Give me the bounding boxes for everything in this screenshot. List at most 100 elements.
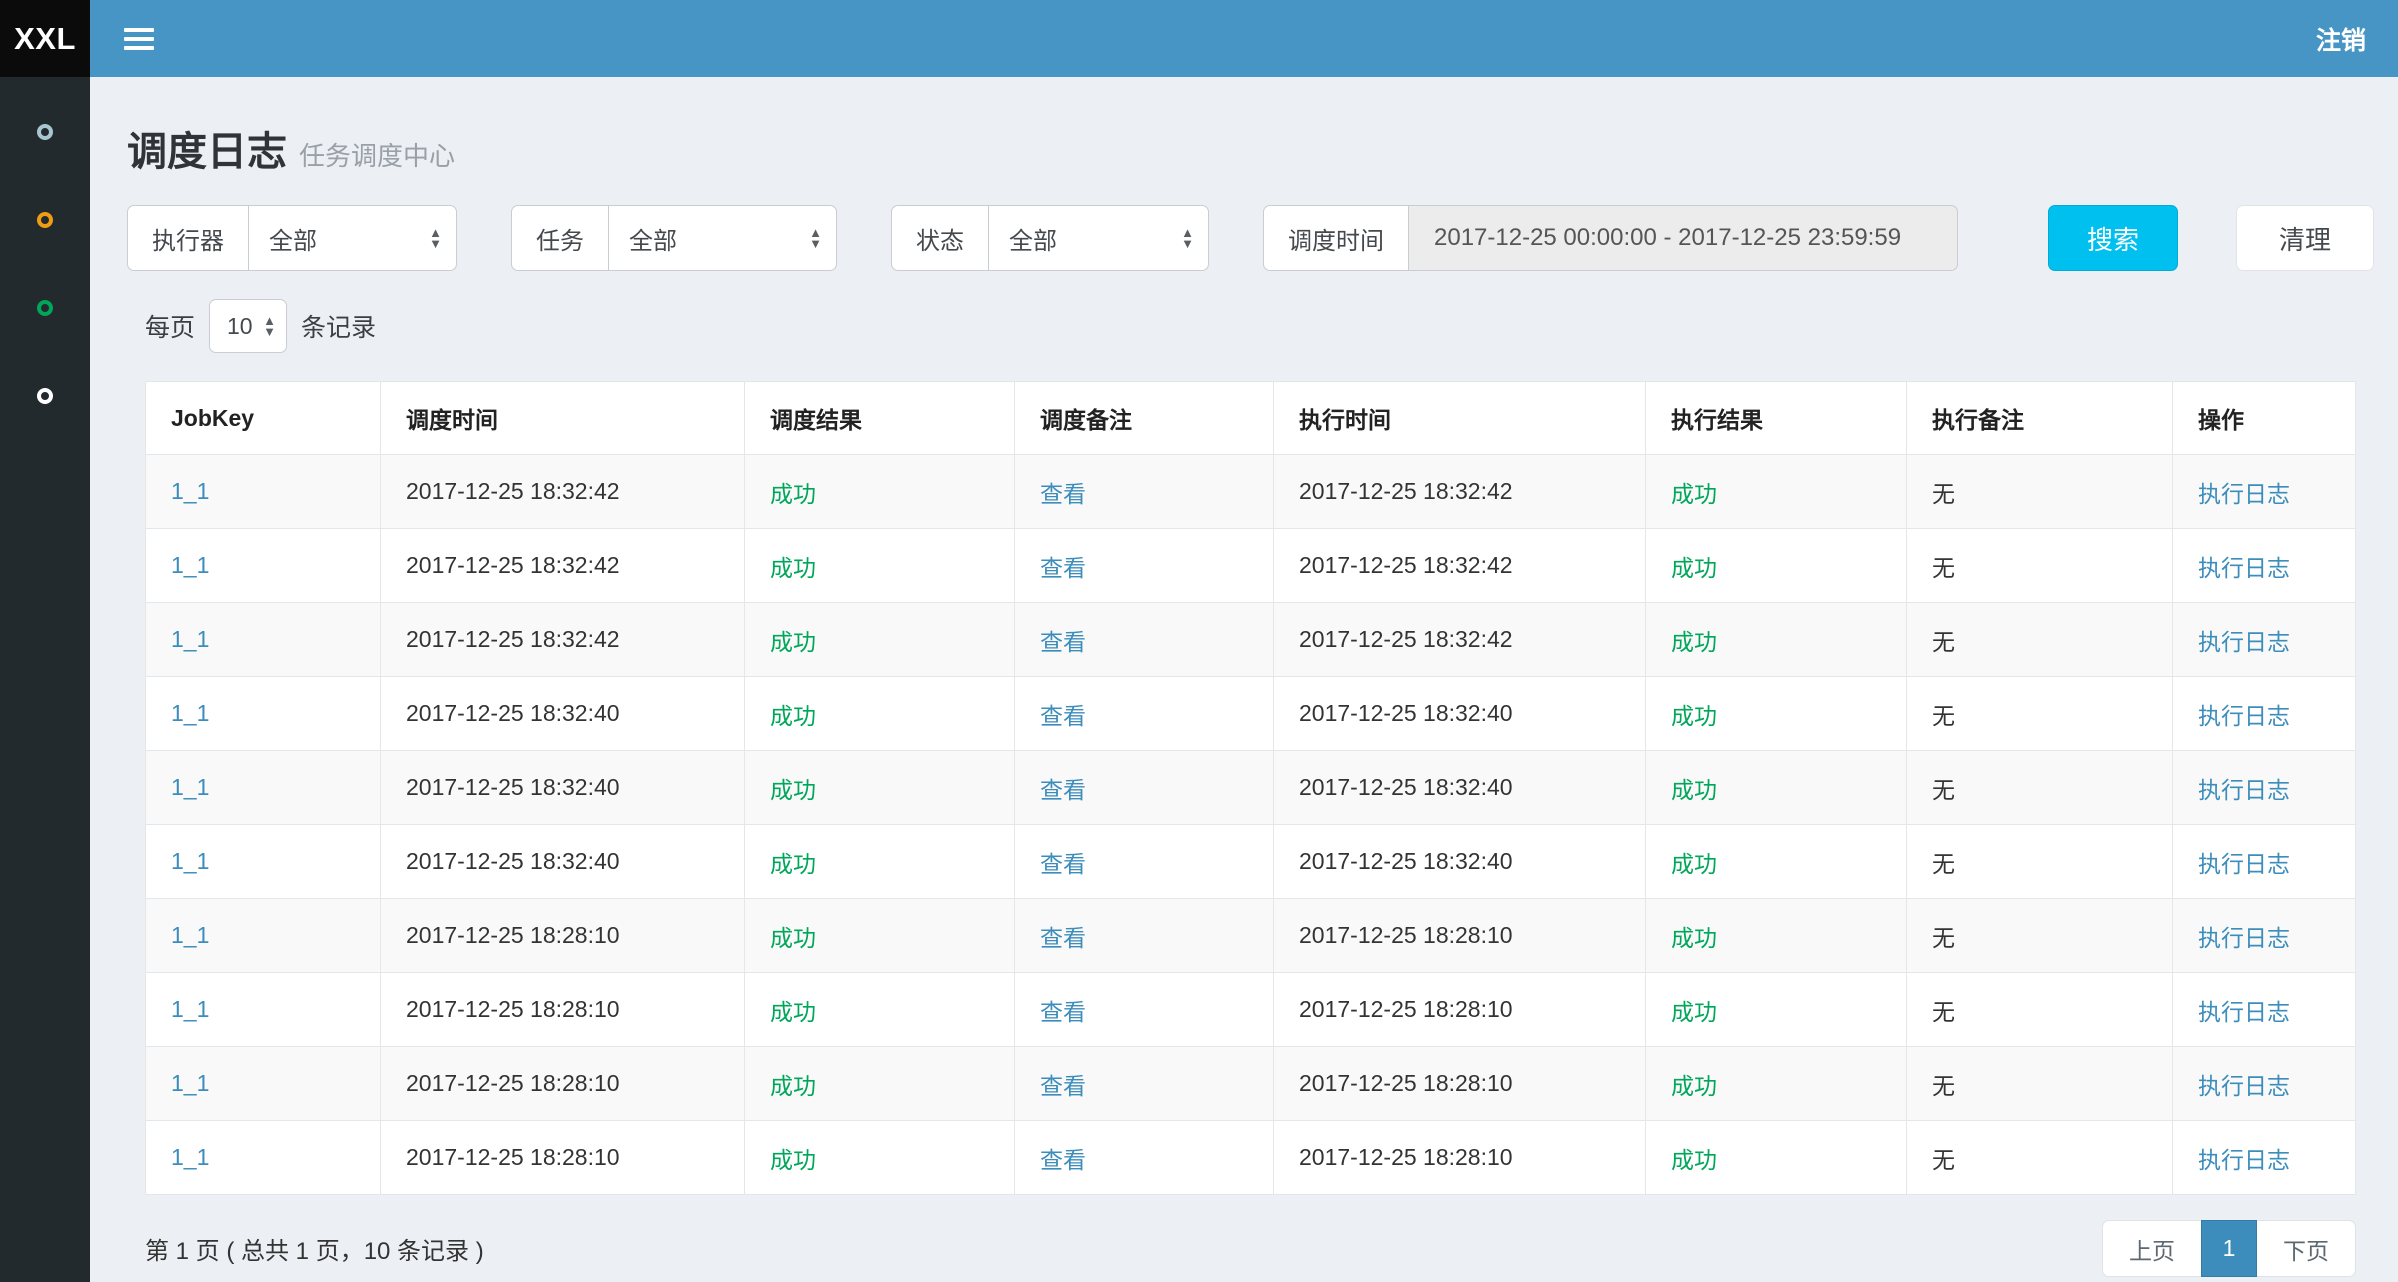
trigger-remark-link[interactable]: 查看 <box>1040 851 1086 877</box>
status-select-value: 全部 <box>1009 221 1057 256</box>
exec-time-cell: 2017-12-25 18:32:42 <box>1274 455 1646 529</box>
trigger-time-range-input[interactable]: 2017-12-25 00:00:00 - 2017-12-25 23:59:5… <box>1408 205 1958 271</box>
action-cell: 执行日志 <box>2173 899 2356 973</box>
action-cell: 执行日志 <box>2173 1121 2356 1195</box>
sidebar-item-2[interactable] <box>0 176 90 264</box>
jobkey-cell: 1_1 <box>146 1047 381 1121</box>
select-arrows-icon <box>263 315 276 337</box>
circle-icon <box>37 300 53 316</box>
exec-remark-cell: 无 <box>1907 529 2173 603</box>
job-select[interactable]: 全部 <box>608 205 837 271</box>
page-size-prefix: 每页 <box>145 308 195 344</box>
exec-result-text: 成功 <box>1671 703 1717 729</box>
app-logo[interactable]: XXL <box>0 0 90 77</box>
trigger-remark-link[interactable]: 查看 <box>1040 629 1086 655</box>
table-row: 1_1 2017-12-25 18:32:40 成功 查看 2017-12-25… <box>146 825 2356 899</box>
page-size-select[interactable]: 10 <box>209 299 287 353</box>
jobkey-link[interactable]: 1_1 <box>171 996 209 1022</box>
navbar-main: 注销 <box>90 0 2398 77</box>
sidebar-item-1[interactable] <box>0 88 90 176</box>
action-cell: 执行日志 <box>2173 677 2356 751</box>
exec-remark-cell: 无 <box>1907 751 2173 825</box>
table-row: 1_1 2017-12-25 18:28:10 成功 查看 2017-12-25… <box>146 1121 2356 1195</box>
trigger-result-text: 成功 <box>770 851 816 877</box>
trigger-result-cell: 成功 <box>745 751 1015 825</box>
trigger-remark-link[interactable]: 查看 <box>1040 999 1086 1025</box>
jobkey-link[interactable]: 1_1 <box>171 1144 209 1170</box>
exec-log-link[interactable]: 执行日志 <box>2198 999 2290 1025</box>
exec-log-link[interactable]: 执行日志 <box>2198 1073 2290 1099</box>
trigger-remark-link[interactable]: 查看 <box>1040 481 1086 507</box>
exec-log-link[interactable]: 执行日志 <box>2198 629 2290 655</box>
exec-log-link[interactable]: 执行日志 <box>2198 481 2290 507</box>
table-row: 1_1 2017-12-25 18:32:42 成功 查看 2017-12-25… <box>146 529 2356 603</box>
trigger-remark-link[interactable]: 查看 <box>1040 555 1086 581</box>
status-select[interactable]: 全部 <box>988 205 1209 271</box>
trigger-result-cell: 成功 <box>745 973 1015 1047</box>
trigger-remark-cell: 查看 <box>1015 677 1274 751</box>
exec-log-link[interactable]: 执行日志 <box>2198 851 2290 877</box>
exec-remark-cell: 无 <box>1907 973 2173 1047</box>
jobkey-link[interactable]: 1_1 <box>171 848 209 874</box>
trigger-remark-cell: 查看 <box>1015 751 1274 825</box>
jobkey-link[interactable]: 1_1 <box>171 922 209 948</box>
trigger-remark-cell: 查看 <box>1015 529 1274 603</box>
trigger-remark-link[interactable]: 查看 <box>1040 703 1086 729</box>
sidebar-item-4[interactable] <box>0 352 90 440</box>
jobkey-cell: 1_1 <box>146 899 381 973</box>
jobkey-link[interactable]: 1_1 <box>171 774 209 800</box>
clear-button[interactable]: 清理 <box>2236 205 2374 271</box>
exec-result-text: 成功 <box>1671 999 1717 1025</box>
pagination-page-1[interactable]: 1 <box>2201 1220 2257 1277</box>
exec-remark-cell: 无 <box>1907 677 2173 751</box>
exec-log-link[interactable]: 执行日志 <box>2198 555 2290 581</box>
exec-log-link[interactable]: 执行日志 <box>2198 777 2290 803</box>
sidebar-item-3[interactable] <box>0 264 90 352</box>
header-exec-result: 执行结果 <box>1646 382 1907 455</box>
trigger-result-cell: 成功 <box>745 529 1015 603</box>
page-header: 调度日志 任务调度中心 <box>127 119 2374 169</box>
exec-remark-cell: 无 <box>1907 825 2173 899</box>
jobkey-link[interactable]: 1_1 <box>171 626 209 652</box>
jobkey-link[interactable]: 1_1 <box>171 1070 209 1096</box>
search-button[interactable]: 搜索 <box>2048 205 2178 271</box>
table-row: 1_1 2017-12-25 18:28:10 成功 查看 2017-12-25… <box>146 899 2356 973</box>
trigger-result-text: 成功 <box>770 999 816 1025</box>
time-filter-group: 调度时间 2017-12-25 00:00:00 - 2017-12-25 23… <box>1263 205 1958 271</box>
exec-log-link[interactable]: 执行日志 <box>2198 1147 2290 1173</box>
jobkey-link[interactable]: 1_1 <box>171 700 209 726</box>
trigger-remark-cell: 查看 <box>1015 973 1274 1047</box>
table-row: 1_1 2017-12-25 18:32:42 成功 查看 2017-12-25… <box>146 603 2356 677</box>
circle-icon <box>37 388 53 404</box>
trigger-result-text: 成功 <box>770 1147 816 1173</box>
executor-filter-label: 执行器 <box>127 205 248 271</box>
job-filter-group: 任务 全部 <box>511 205 837 271</box>
trigger-remark-link[interactable]: 查看 <box>1040 777 1086 803</box>
table-row: 1_1 2017-12-25 18:32:40 成功 查看 2017-12-25… <box>146 677 2356 751</box>
trigger-result-text: 成功 <box>770 555 816 581</box>
jobkey-link[interactable]: 1_1 <box>171 478 209 504</box>
exec-result-cell: 成功 <box>1646 973 1907 1047</box>
exec-log-link[interactable]: 执行日志 <box>2198 703 2290 729</box>
top-navbar: XXL 注销 <box>0 0 2398 77</box>
logout-link[interactable]: 注销 <box>2316 21 2366 57</box>
trigger-time-cell: 2017-12-25 18:28:10 <box>381 899 745 973</box>
trigger-remark-link[interactable]: 查看 <box>1040 1073 1086 1099</box>
jobkey-cell: 1_1 <box>146 455 381 529</box>
exec-time-cell: 2017-12-25 18:28:10 <box>1274 899 1646 973</box>
sidebar-toggle-button[interactable] <box>124 28 154 50</box>
exec-result-text: 成功 <box>1671 925 1717 951</box>
executor-select[interactable]: 全部 <box>248 205 457 271</box>
trigger-remark-link[interactable]: 查看 <box>1040 925 1086 951</box>
pagination-prev-button[interactable]: 上页 <box>2102 1220 2202 1277</box>
trigger-remark-cell: 查看 <box>1015 1047 1274 1121</box>
pagination: 上页 1 下页 <box>2102 1220 2356 1277</box>
trigger-remark-link[interactable]: 查看 <box>1040 1147 1086 1173</box>
pagination-next-button[interactable]: 下页 <box>2256 1220 2356 1277</box>
trigger-remark-cell: 查看 <box>1015 603 1274 677</box>
header-jobkey: JobKey <box>146 382 381 455</box>
exec-log-link[interactable]: 执行日志 <box>2198 925 2290 951</box>
trigger-time-range-value: 2017-12-25 00:00:00 - 2017-12-25 23:59:5… <box>1434 224 1901 252</box>
exec-result-text: 成功 <box>1671 1073 1717 1099</box>
jobkey-link[interactable]: 1_1 <box>171 552 209 578</box>
